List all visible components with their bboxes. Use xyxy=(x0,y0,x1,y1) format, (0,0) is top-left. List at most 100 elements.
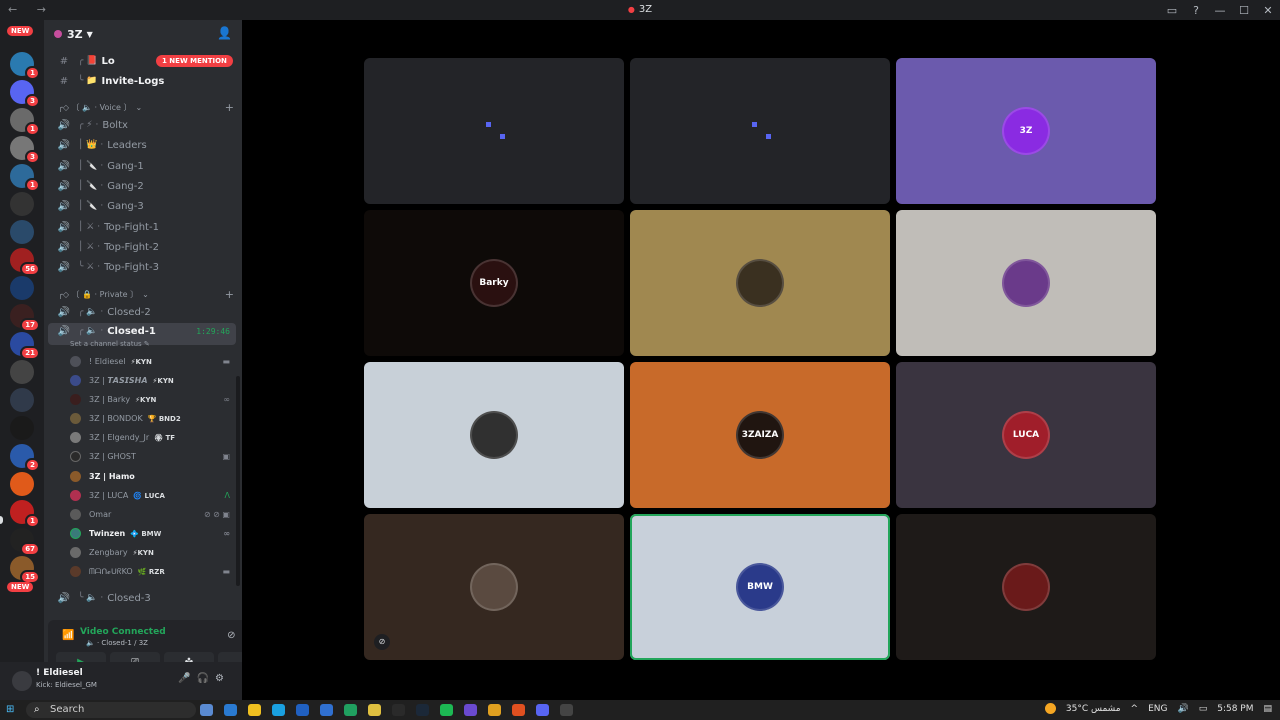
inbox-icon[interactable]: ▭ xyxy=(1160,4,1184,17)
weather-text[interactable]: 35°C مشمس xyxy=(1066,704,1121,714)
add-channel-icon[interactable]: + xyxy=(225,101,234,114)
category-voice[interactable]: ╭◇ 〔 🔈 · Voice 〕 ⌄ + xyxy=(58,100,236,114)
server-icon[interactable]: 1 xyxy=(10,52,40,80)
new-mention-pill[interactable]: 1 NEW MENTION xyxy=(156,55,233,67)
new-badge-top[interactable]: NEW xyxy=(7,26,34,36)
server-icon[interactable]: 3 xyxy=(10,80,40,108)
headphones-icon[interactable]: 🎧 xyxy=(197,673,215,684)
voice-member[interactable]: 3Z | Hamo xyxy=(70,468,238,485)
notifications-icon[interactable]: ▤ xyxy=(1263,704,1272,714)
discord-icon[interactable] xyxy=(536,704,549,716)
voice-member[interactable]: Zengbary ⚡KYN xyxy=(70,544,238,561)
server-icon[interactable]: 21 xyxy=(10,332,40,360)
participant-tile[interactable] xyxy=(364,58,624,204)
channel-gang-3[interactable]: 🔊 │ 🔪 · Gang-3 xyxy=(48,197,236,215)
minimize-button[interactable]: — xyxy=(1208,4,1232,17)
noise-suppression-icon[interactable]: ⊘ xyxy=(227,630,242,641)
category-private[interactable]: ╭◇ 〔 🔒 · Private 〕 ⌄ + xyxy=(58,287,236,301)
app-icon[interactable] xyxy=(296,704,309,716)
channel-invite-logs[interactable]: # ╰ 📁 Invite-Logs xyxy=(48,72,236,90)
close-button[interactable]: ✕ xyxy=(1256,4,1280,17)
voice-status-subtitle[interactable]: 🔈 · Closed-1 / 3Z xyxy=(86,639,148,647)
server-icon[interactable]: 15 xyxy=(10,556,40,584)
channel-leaders[interactable]: 🔊 │ 👑 · Leaders xyxy=(48,136,236,154)
participant-tile[interactable]: ⊘ xyxy=(364,514,624,660)
server-icon[interactable] xyxy=(10,472,34,496)
app-icon[interactable] xyxy=(248,704,261,716)
server-icon[interactable]: 3 xyxy=(10,136,40,164)
app-icon[interactable] xyxy=(392,704,405,716)
language-indicator[interactable]: ENG xyxy=(1148,704,1167,714)
voice-member[interactable]: 3Z | Elgendy_Jr 🏵 TF xyxy=(70,429,238,446)
spotify-icon[interactable] xyxy=(440,704,453,716)
taskbar-search[interactable]: ⌕ Search xyxy=(26,702,196,718)
help-icon[interactable]: ? xyxy=(1184,4,1208,17)
server-icon[interactable]: 1 xyxy=(10,108,40,136)
clock[interactable]: 5:58 PM xyxy=(1217,704,1253,714)
steam-icon[interactable] xyxy=(416,704,429,716)
participant-tile[interactable] xyxy=(364,362,624,508)
participant-tile[interactable]: 3Z xyxy=(896,58,1156,204)
tray-chevron-icon[interactable]: ^ xyxy=(1131,704,1139,714)
server-icon[interactable]: 1 xyxy=(10,500,40,528)
voice-member[interactable]: ! Eldiesel ⚡KYN ▬ xyxy=(70,353,238,370)
app-icon[interactable] xyxy=(224,704,237,716)
voice-member[interactable]: Omar ⊘ ⊘ ▣ xyxy=(70,506,238,523)
chrome-icon[interactable] xyxy=(488,704,501,716)
voice-member[interactable]: Twinzen 💠 BMW ∞ xyxy=(70,525,238,542)
maximize-button[interactable]: ☐ xyxy=(1232,4,1256,17)
app-icon[interactable] xyxy=(344,704,357,716)
gear-icon[interactable]: ⚙ xyxy=(215,673,230,684)
server-icon[interactable] xyxy=(10,276,34,300)
channel-boltx[interactable]: 🔊 ╭ ⚡ · Boltx xyxy=(48,116,236,134)
server-icon[interactable] xyxy=(10,388,34,412)
channel-top-fight-3[interactable]: 🔊 ╰ ⚔ · Top-Fight-3 xyxy=(48,258,236,276)
server-icon[interactable] xyxy=(10,416,34,440)
channel-gang-1[interactable]: 🔊 │ 🔪 · Gang-1 xyxy=(48,157,236,175)
taskview-icon[interactable] xyxy=(200,704,213,716)
voice-member[interactable]: 3Z | Barky ⚡KYN ∞ xyxy=(70,391,238,408)
participant-tile[interactable] xyxy=(630,58,890,204)
brave-icon[interactable] xyxy=(512,704,525,716)
channel-gang-2[interactable]: 🔊 │ 🔪 · Gang-2 xyxy=(48,177,236,195)
add-channel-icon[interactable]: + xyxy=(225,288,234,301)
channel-top-fight-2[interactable]: 🔊 │ ⚔ · Top-Fight-2 xyxy=(48,238,236,256)
server-icon[interactable]: 2 xyxy=(10,444,40,472)
new-badge-bottom[interactable]: NEW xyxy=(7,582,34,592)
app-icon[interactable] xyxy=(560,704,573,716)
microphone-icon[interactable]: 🎤 xyxy=(178,673,196,684)
server-header[interactable]: 3Z ▼ 👤 xyxy=(44,20,242,48)
participant-tile[interactable] xyxy=(630,210,890,356)
channel-closed-2[interactable]: 🔊 ╭ 🔈 · Closed-2 xyxy=(48,303,236,321)
participant-tile[interactable]: LUCA xyxy=(896,362,1156,508)
app-icon[interactable] xyxy=(320,704,333,716)
volume-icon[interactable]: 🔊 xyxy=(1177,704,1188,714)
battery-icon[interactable]: ▭ xyxy=(1199,704,1208,714)
stream-off-icon[interactable]: ⊘ xyxy=(374,634,390,650)
edge-icon[interactable] xyxy=(272,704,285,716)
server-icon[interactable] xyxy=(10,220,34,244)
server-icon[interactable] xyxy=(10,360,34,384)
server-icon[interactable]: 56 xyxy=(10,248,40,276)
sidebar-scrollbar[interactable] xyxy=(236,376,240,586)
participant-tile[interactable]: 3ZAIZA xyxy=(630,362,890,508)
voice-member[interactable]: ᗰᗩᑎ𝓸ᑌᖇKO 🌿 RZR ▬ xyxy=(70,563,238,580)
server-icon[interactable]: 67 xyxy=(10,528,40,556)
folder-icon[interactable] xyxy=(368,704,381,716)
channel-status[interactable]: Set a channel status ✎ xyxy=(70,340,150,348)
channel-top-fight-1[interactable]: 🔊 │ ⚔ · Top-Fight-1 xyxy=(48,218,236,236)
voice-status-title[interactable]: Video Connected xyxy=(80,627,166,637)
participant-tile[interactable]: BMW xyxy=(630,514,890,660)
server-icon[interactable] xyxy=(10,192,34,216)
channel-closed-3[interactable]: 🔊 ╰ 🔈 · Closed-3 xyxy=(48,589,236,607)
voice-member[interactable]: 3Z | BONDOK 🏆 BND2 xyxy=(70,410,238,427)
server-icon[interactable]: 17 xyxy=(10,304,40,332)
server-icon[interactable]: 1 xyxy=(10,164,40,192)
participant-tile[interactable] xyxy=(896,514,1156,660)
person-add-icon[interactable]: 👤 xyxy=(217,26,232,40)
voice-member[interactable]: 3Z | 𝙏𝘼𝙎𝙄𝙎𝙃𝘼 ⚡KYN xyxy=(70,372,238,389)
weather-icon[interactable] xyxy=(1044,703,1056,714)
signal-icon[interactable]: 📶 xyxy=(62,630,74,641)
windows-start-icon[interactable]: ⊞ xyxy=(6,704,18,716)
participant-tile[interactable]: Barky xyxy=(364,210,624,356)
